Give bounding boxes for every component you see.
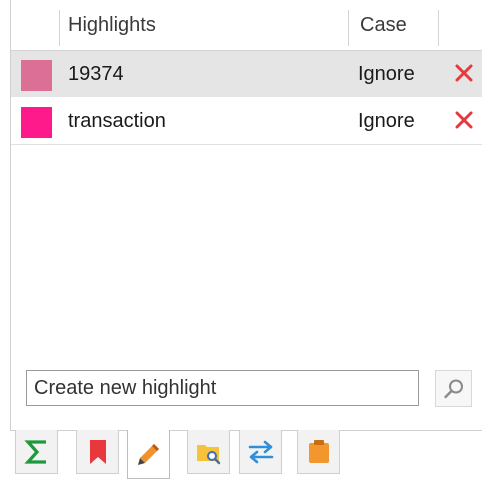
delete-icon[interactable]: [452, 61, 476, 85]
case-value[interactable]: Ignore: [358, 98, 415, 144]
delete-icon[interactable]: [452, 108, 476, 132]
tab-statistics[interactable]: [15, 430, 58, 474]
tab-notes[interactable]: [297, 430, 340, 474]
highlight-row[interactable]: transaction Ignore: [11, 98, 482, 145]
swap-arrows-icon: [248, 440, 273, 463]
color-swatch[interactable]: [21, 107, 52, 138]
tab-find-files[interactable]: [187, 430, 230, 474]
sigma-icon: [23, 439, 46, 464]
column-header-highlights[interactable]: Highlights: [68, 0, 156, 50]
color-swatch[interactable]: [21, 60, 52, 91]
tool-tab-bar: [10, 430, 482, 481]
tab-bookmarks[interactable]: [76, 430, 119, 474]
bookmark-icon: [89, 439, 106, 464]
column-header-case-label: Case: [360, 13, 407, 36]
search-button[interactable]: [435, 370, 472, 407]
folder-search-icon: [196, 444, 220, 464]
column-divider[interactable]: [438, 10, 439, 46]
search-icon: [443, 379, 463, 398]
sticky-note-icon: [308, 439, 329, 463]
highlights-panel: Highlights Case 19374 Ignore transaction…: [10, 0, 482, 431]
case-value[interactable]: Ignore: [358, 51, 415, 97]
table-header: Highlights Case: [11, 0, 482, 51]
column-divider[interactable]: [348, 10, 349, 46]
highlight-term: transaction: [68, 109, 166, 132]
new-highlight-input[interactable]: [26, 370, 419, 406]
tab-highlights[interactable]: [127, 430, 170, 479]
column-header-case[interactable]: Case: [360, 0, 407, 50]
column-divider[interactable]: [59, 10, 60, 46]
tab-compare[interactable]: [239, 430, 282, 474]
pencil-icon: [137, 444, 159, 465]
highlight-row[interactable]: 19374 Ignore: [11, 51, 482, 97]
highlight-term: 19374: [68, 62, 124, 85]
column-header-highlights-label: Highlights: [68, 13, 156, 36]
